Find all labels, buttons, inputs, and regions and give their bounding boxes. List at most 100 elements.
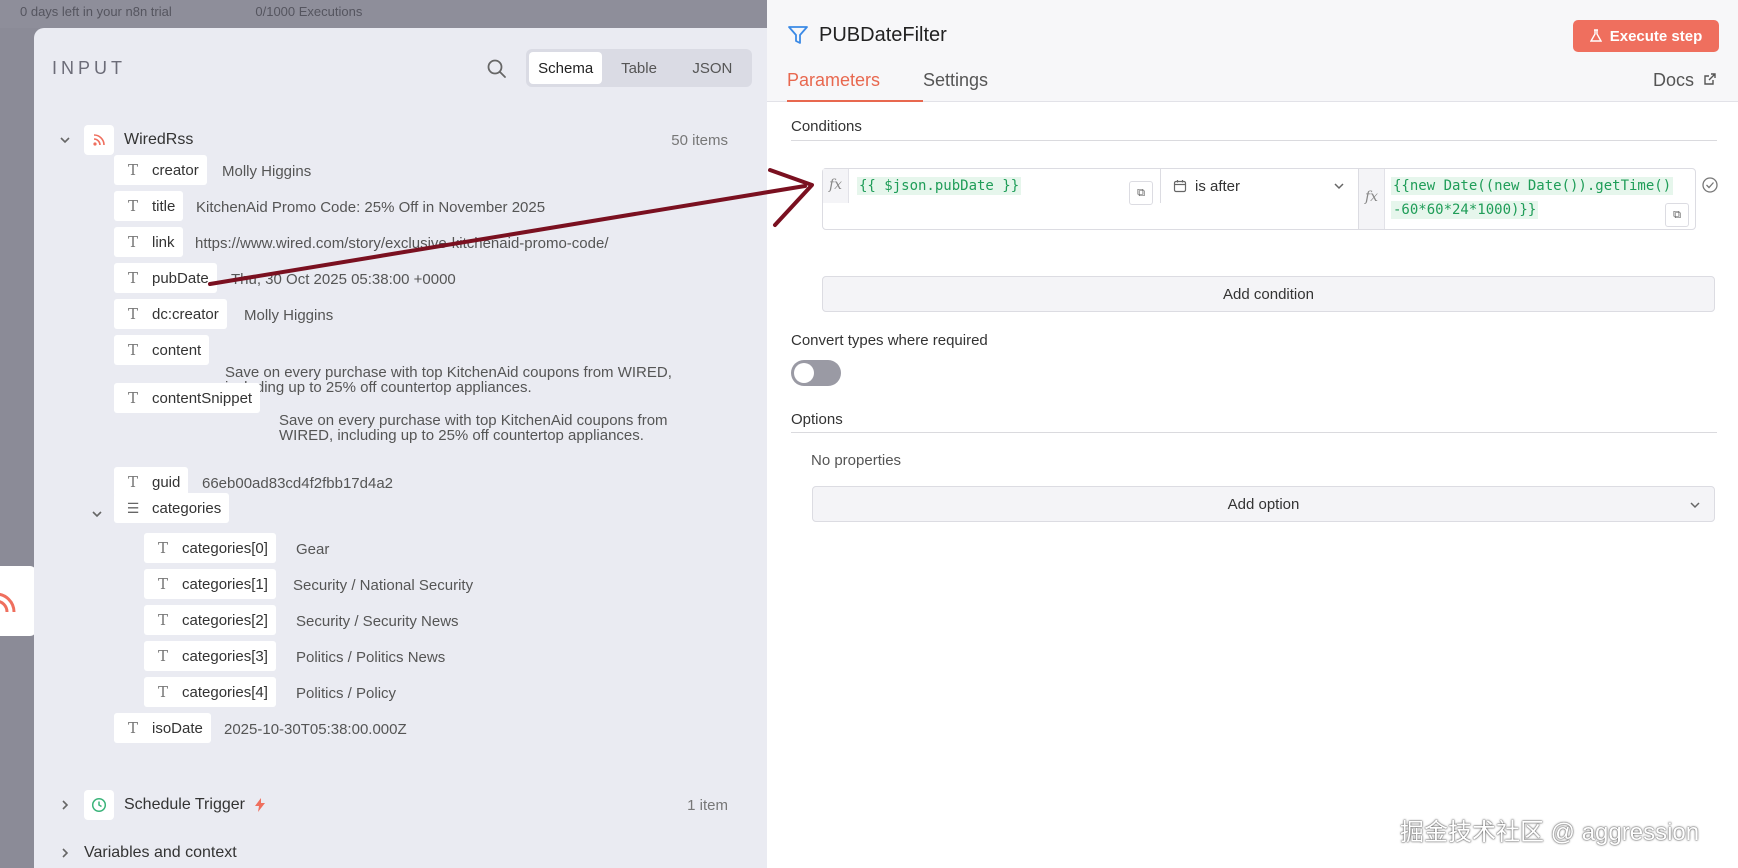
chevron-down-icon xyxy=(1334,183,1344,190)
executions-text: 0/1000 Executions xyxy=(255,4,363,19)
node-name: WiredRss xyxy=(124,131,194,148)
check-circle-icon[interactable] xyxy=(1701,176,1719,194)
clock-icon xyxy=(91,797,107,813)
docs-link[interactable]: Docs xyxy=(1653,70,1717,91)
field-value: Molly Higgins xyxy=(244,307,334,324)
convert-types-label: Convert types where required xyxy=(791,332,988,349)
field-value: 66eb00ad83cd4f2fbb17d4a2 xyxy=(202,475,394,492)
tab-parameters[interactable]: Parameters xyxy=(787,70,880,91)
field-key: link xyxy=(152,233,175,251)
add-option-label: Add option xyxy=(1227,495,1300,513)
add-option-button[interactable]: Add option xyxy=(812,486,1715,522)
field-key-dc-creator[interactable]: Tdc:creator xyxy=(114,299,227,329)
field-value: Save on every purchase with top KitchenA… xyxy=(225,364,672,396)
open-expression-editor-icon[interactable]: ⧉ xyxy=(1129,181,1153,205)
operator-select[interactable]: is after xyxy=(1160,169,1358,203)
field-key-category-3[interactable]: Tcategories[3] xyxy=(144,641,276,671)
chevron-right-icon[interactable] xyxy=(58,798,72,812)
parameters-header: PUBDateFilter Execute step Parameters Se… xyxy=(767,0,1738,102)
field-key-content-snippet[interactable]: TcontentSnippet xyxy=(114,383,261,413)
tab-json[interactable]: JSON xyxy=(676,52,749,84)
text-type-icon: T xyxy=(127,197,138,215)
right-value-expression-line2[interactable]: -60*60*24*1000)}} xyxy=(1391,201,1539,219)
tab-table[interactable]: Table xyxy=(602,52,675,84)
field-key-creator[interactable]: Tcreator xyxy=(114,155,207,185)
text-type-icon: T xyxy=(127,305,138,323)
input-header: INPUT Schema Table JSON xyxy=(34,28,767,108)
trial-text: 0 days left in your n8n trial xyxy=(20,4,172,19)
tree-node-wiredrss[interactable]: WiredRss 50 items xyxy=(58,125,748,155)
text-type-icon: T xyxy=(157,683,168,701)
field-value: Security / National Security xyxy=(293,577,474,594)
fx-cell: fx xyxy=(823,169,849,203)
field-key: guid xyxy=(152,473,181,491)
text-type-icon: T xyxy=(127,269,138,287)
field-key-category-4[interactable]: Tcategories[4] xyxy=(144,677,276,707)
chevron-down-icon[interactable] xyxy=(90,507,104,521)
text-type-icon: T xyxy=(127,341,138,359)
input-title: INPUT xyxy=(52,58,126,78)
field-key-pubdate[interactable]: TpubDate xyxy=(114,263,217,293)
chevron-down-icon xyxy=(1690,502,1700,509)
text-type-icon: T xyxy=(127,473,138,491)
field-key-category-1[interactable]: Tcategories[1] xyxy=(144,569,276,599)
convert-types-toggle[interactable] xyxy=(791,360,841,386)
field-value: Thu, 30 Oct 2025 05:38:00 +0000 xyxy=(231,271,456,288)
chevron-right-icon[interactable] xyxy=(58,846,72,860)
chevron-down-icon[interactable] xyxy=(58,133,72,147)
text-type-icon: T xyxy=(127,233,138,251)
field-key-category-2[interactable]: Tcategories[2] xyxy=(144,605,276,635)
right-value-expression-line1[interactable]: {{new Date((new Date()).getTime() xyxy=(1391,177,1674,195)
add-condition-button[interactable]: Add condition xyxy=(822,276,1715,312)
condition-row: fx {{ $json.pubDate }} ⧉ is after fx {{n… xyxy=(822,168,1696,230)
field-key-content[interactable]: Tcontent xyxy=(114,335,210,365)
text-type-icon: T xyxy=(127,719,138,737)
canvas-rss-node[interactable] xyxy=(0,566,36,636)
field-key: title xyxy=(152,197,176,215)
field-value: Politics / Policy xyxy=(296,685,397,702)
open-expression-editor-icon[interactable]: ⧉ xyxy=(1665,203,1689,227)
field-key-categories[interactable]: ☰ categories xyxy=(114,493,230,523)
left-value-expression[interactable]: {{ $json.pubDate }} xyxy=(857,177,1022,195)
tree-node-variables-context[interactable]: Variables and context xyxy=(58,838,748,868)
field-key: creator xyxy=(152,161,199,179)
calendar-icon xyxy=(1173,180,1187,193)
external-link-icon xyxy=(1704,73,1716,85)
text-type-icon: T xyxy=(157,539,168,557)
conditions-label: Conditions xyxy=(791,118,862,135)
fx-cell: fx xyxy=(1358,169,1385,229)
input-panel: INPUT Schema Table JSON WiredRss 50 item… xyxy=(34,28,767,868)
field-value: Security / Security News xyxy=(296,613,459,630)
field-key-link[interactable]: Tlink xyxy=(114,227,183,257)
field-value: Save on every purchase with top KitchenA… xyxy=(279,412,668,444)
rss-icon xyxy=(93,134,105,146)
field-key: contentSnippet xyxy=(152,389,253,407)
tab-settings[interactable]: Settings xyxy=(923,70,988,91)
text-type-icon: T xyxy=(127,161,138,179)
field-key-isodate[interactable]: TisoDate xyxy=(114,713,211,743)
execute-label: Execute step xyxy=(1609,27,1703,45)
node-title[interactable]: PUBDateFilter xyxy=(819,24,947,47)
fx-icon: fx xyxy=(829,177,843,193)
execute-step-button[interactable]: Execute step xyxy=(1573,20,1719,52)
tree-node-schedule-trigger[interactable]: Schedule Trigger 1 item xyxy=(58,790,748,820)
node-name: Variables and context xyxy=(84,844,237,861)
divider xyxy=(791,432,1717,433)
field-key-category-0[interactable]: Tcategories[0] xyxy=(144,533,276,563)
trial-banner: 0 days left in your n8n trial 0/1000 Exe… xyxy=(0,0,767,28)
field-value: Molly Higgins xyxy=(222,163,312,180)
watermark: 掘金技术社区 @ aggression xyxy=(1400,819,1700,846)
text-type-icon: T xyxy=(157,611,168,629)
field-key: categories[1] xyxy=(182,575,268,593)
active-tab-indicator xyxy=(787,100,923,102)
view-tabs: Schema Table JSON xyxy=(526,49,752,87)
field-key-title[interactable]: Ttitle xyxy=(114,191,184,221)
text-type-icon: T xyxy=(157,575,168,593)
tab-schema[interactable]: Schema xyxy=(529,52,603,84)
list-icon: ☰ xyxy=(126,499,140,516)
field-key: dc:creator xyxy=(152,305,219,323)
field-value: Politics / Politics News xyxy=(296,649,446,666)
field-key: categories[2] xyxy=(182,611,268,629)
operator-value: is after xyxy=(1195,177,1241,195)
search-icon[interactable] xyxy=(486,58,508,80)
